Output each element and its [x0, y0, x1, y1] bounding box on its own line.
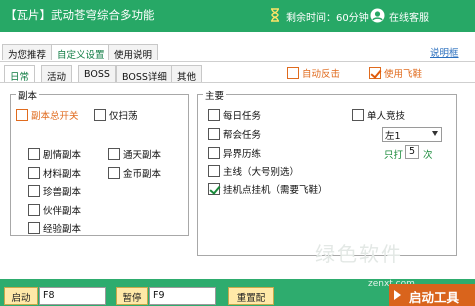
checkbox-box[interactable]	[94, 109, 106, 121]
dungeon-label: 经验副本	[43, 224, 82, 235]
dungeon-label: 伙伴副本	[43, 206, 82, 217]
dungeon-label: 剧情副本	[43, 150, 82, 161]
solo-arena-checkbox[interactable]: 单人竞技	[352, 108, 405, 122]
tab-boss-detail[interactable]: BOSS详细	[116, 65, 173, 83]
checkbox-box[interactable]	[369, 67, 381, 79]
play-icon	[394, 290, 401, 300]
checkbox-box[interactable]	[208, 128, 220, 140]
dungeon-checkbox-material[interactable]: 材料副本	[28, 166, 81, 180]
checkbox-box[interactable]	[208, 165, 220, 177]
hourglass-icon	[271, 8, 279, 22]
quest-label: 帮会任务	[223, 130, 262, 141]
auto-counter-label: 自动反击	[302, 69, 341, 80]
only-fight-count-input[interactable]: 5	[405, 145, 419, 159]
only-fight-label: 只打	[384, 150, 404, 161]
dungeon-checkbox-beast[interactable]: 珍兽副本	[28, 184, 81, 198]
start-hotkey-input[interactable]: F8	[39, 287, 106, 305]
chevron-down-icon[interactable]	[432, 131, 438, 136]
checkbox-box[interactable]	[28, 185, 40, 197]
tab-recommend[interactable]: 为您推荐	[2, 44, 53, 61]
dungeon-checkbox-story[interactable]: 剧情副本	[28, 147, 81, 161]
remaining-time: 剩余时间：60分钟	[286, 13, 369, 24]
online-service-icon	[370, 8, 385, 23]
divider	[0, 61, 475, 62]
solo-arena-label: 单人竞技	[367, 111, 406, 122]
use-flyshoe-label: 使用飞鞋	[384, 69, 423, 80]
dungeon-group-label: 副本	[16, 88, 40, 102]
reset-config-button[interactable]: 重置配置	[228, 287, 274, 305]
tab-activity[interactable]: 活动	[41, 65, 73, 83]
dungeon-master-switch[interactable]: 副本总开关	[16, 108, 79, 122]
checkbox-box[interactable]	[108, 148, 120, 160]
tab-custom-settings[interactable]: 自定义设置	[51, 44, 111, 61]
idle-spot-checkbox[interactable]: 挂机点挂机（需要飞鞋）	[208, 182, 328, 196]
launch-tool-label: 启动工具	[409, 290, 460, 305]
checkbox-box[interactable]	[208, 109, 220, 121]
watermark-text: 绿色软件	[315, 242, 403, 266]
dungeon-label: 通天副本	[123, 150, 162, 161]
tab-boss[interactable]: BOSS	[78, 65, 116, 82]
checkbox-box[interactable]	[108, 167, 120, 179]
checkbox-box[interactable]	[208, 147, 220, 159]
checkbox-box[interactable]	[28, 222, 40, 234]
checkbox-box[interactable]	[28, 167, 40, 179]
guild-task-checkbox[interactable]: 帮会任务	[208, 127, 261, 141]
dungeon-master-label: 副本总开关	[31, 111, 79, 122]
tab-instructions[interactable]: 使用说明	[108, 44, 159, 61]
dungeon-checkbox-exp[interactable]: 经验副本	[28, 221, 81, 235]
online-service-link[interactable]: 在线客服	[389, 9, 429, 24]
otherworld-checkbox[interactable]: 异界历练	[208, 146, 261, 160]
dungeon-label: 材料副本	[43, 169, 82, 180]
pause-button[interactable]: 暂停	[116, 287, 148, 305]
tab-daily[interactable]: 日常	[4, 65, 36, 83]
dungeon-label: 金币副本	[123, 169, 162, 180]
quest-label: 每日任务	[223, 111, 262, 122]
main-story-checkbox[interactable]: 主线（大号别选）	[208, 164, 299, 178]
tab-other[interactable]: 其他	[171, 65, 203, 83]
dungeon-checkbox-tongtian[interactable]: 通天副本	[108, 147, 161, 161]
quest-label: 主线（大号别选）	[223, 167, 300, 178]
instructions-link[interactable]: 说明框	[430, 45, 459, 59]
checkbox-box[interactable]	[208, 183, 220, 195]
dungeon-label: 珍兽副本	[43, 187, 82, 198]
dungeon-checkbox-partner[interactable]: 伙伴副本	[28, 203, 81, 217]
sweep-only-label: 仅扫荡	[109, 111, 138, 122]
quest-label: 异界历练	[223, 149, 262, 160]
only-fight-unit: 次	[423, 150, 433, 161]
checkbox-box[interactable]	[16, 109, 28, 121]
checkbox-box[interactable]	[287, 67, 299, 79]
main-quest-group-label: 主要	[203, 88, 227, 102]
quest-label: 挂机点挂机（需要飞鞋）	[223, 185, 328, 196]
divider	[0, 82, 475, 83]
dungeon-checkbox-gold[interactable]: 金币副本	[108, 166, 161, 180]
daily-task-checkbox[interactable]: 每日任务	[208, 108, 261, 122]
use-flyshoe-checkbox[interactable]: 使用飞鞋	[369, 66, 422, 80]
checkbox-box[interactable]	[28, 148, 40, 160]
auto-counter-checkbox[interactable]: 自动反击	[287, 66, 340, 80]
window-title: 【瓦片】武动苍穹综合多功能	[5, 8, 155, 22]
checkbox-box[interactable]	[28, 204, 40, 216]
pause-hotkey-input[interactable]: F9	[149, 287, 216, 305]
sweep-only-checkbox[interactable]: 仅扫荡	[94, 108, 138, 122]
start-button[interactable]: 启动	[4, 287, 38, 305]
direction-select-value: 左1	[385, 131, 401, 142]
checkbox-box[interactable]	[352, 109, 364, 121]
